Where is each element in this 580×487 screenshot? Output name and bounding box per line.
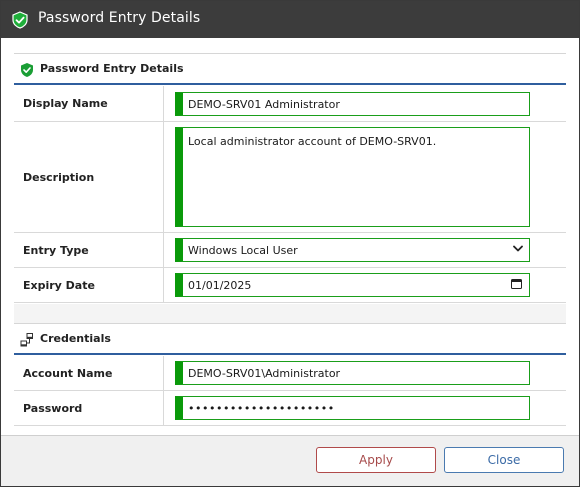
expiry-date-value: 01/01/2025 <box>188 279 252 292</box>
account-name-label: Account Name <box>14 356 164 390</box>
entry-type-select[interactable]: Windows Local User <box>175 238 530 262</box>
close-button[interactable]: Close <box>444 447 564 473</box>
chevron-down-icon <box>513 245 523 252</box>
description-label: Description <box>14 122 164 232</box>
shield-check-icon <box>21 63 33 77</box>
password-value: ••••••••••••••••••••• <box>188 402 335 415</box>
entry-type-value: Windows Local User <box>188 244 298 257</box>
description-value: Local administrator account of DEMO-SRV0… <box>188 135 437 148</box>
apply-button[interactable]: Apply <box>316 447 436 473</box>
row-password: Password ••••••••••••••••••••• <box>14 391 566 426</box>
section-title: Credentials <box>40 332 111 345</box>
section-title: Password Entry Details <box>40 62 184 75</box>
section-header-details: Password Entry Details <box>14 53 566 85</box>
shield-check-icon <box>12 11 28 29</box>
expiry-date-label: Expiry Date <box>14 268 164 302</box>
dialog-footer: Apply Close <box>1 435 579 486</box>
title-bar: Password Entry Details <box>1 1 579 38</box>
row-entry-type: Entry Type Windows Local User <box>14 233 566 268</box>
window-title: Password Entry Details <box>38 10 201 26</box>
row-display-name: Display Name DEMO-SRV01 Administrator <box>14 86 566 122</box>
section-separator <box>14 304 566 324</box>
password-label: Password <box>14 391 164 425</box>
password-field[interactable]: ••••••••••••••••••••• <box>175 396 530 420</box>
account-name-value: DEMO-SRV01\Administrator <box>188 367 341 380</box>
row-account-name: Account Name DEMO-SRV01\Administrator <box>14 356 566 391</box>
account-name-field[interactable]: DEMO-SRV01\Administrator <box>175 361 530 385</box>
description-field[interactable]: Local administrator account of DEMO-SRV0… <box>175 127 530 227</box>
row-expiry-date: Expiry Date 01/01/2025 <box>14 268 566 303</box>
row-description: Description Local administrator account … <box>14 122 566 233</box>
entry-type-label: Entry Type <box>14 233 164 267</box>
display-name-value: DEMO-SRV01 Administrator <box>188 98 340 111</box>
calendar-icon[interactable] <box>511 278 522 289</box>
section-header-credentials: Credentials <box>14 323 566 355</box>
display-name-field[interactable]: DEMO-SRV01 Administrator <box>175 92 530 116</box>
network-users-icon <box>20 333 33 347</box>
display-name-label: Display Name <box>14 86 164 121</box>
expiry-date-field[interactable]: 01/01/2025 <box>175 273 530 297</box>
password-entry-dialog: Password Entry Details Password Entry De… <box>0 0 580 487</box>
